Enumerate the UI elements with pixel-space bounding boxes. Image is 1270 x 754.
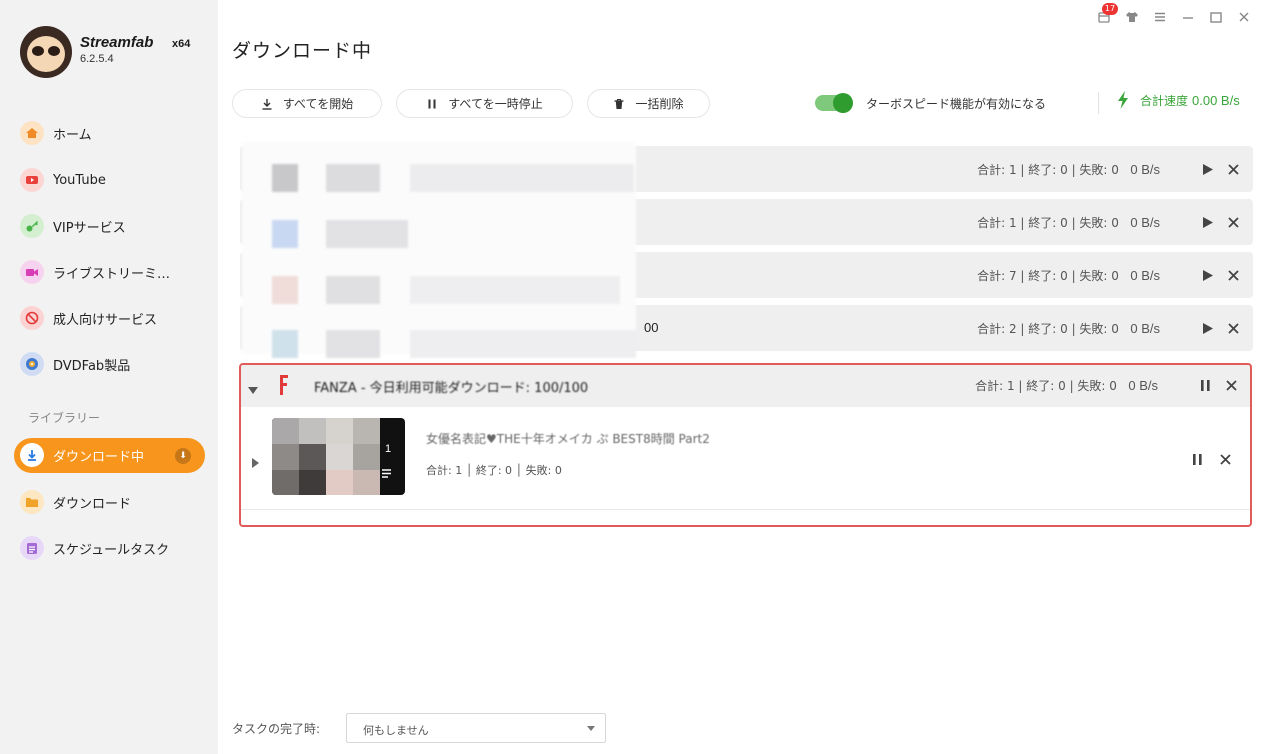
sidebar-item-adult[interactable]: 成人向けサービス (20, 301, 210, 335)
turbo-label: ターボスピード機能が有効になる (866, 97, 1047, 111)
group-title-fragment: 00 (644, 320, 659, 335)
sidebar-item-label: 成人向けサービス (53, 312, 158, 328)
app-logo: Streamfab x64 6.2.5.4 (20, 26, 240, 86)
play-icon[interactable] (1199, 320, 1215, 336)
close-icon[interactable] (1225, 161, 1241, 177)
bell-icon[interactable]: 17 (1096, 3, 1118, 26)
info-icon: ⬇ (175, 448, 191, 464)
total-speed-label: 合計速度 (1140, 93, 1189, 108)
divider (1098, 92, 1099, 114)
app-name: Streamfab (80, 34, 154, 51)
close-icon[interactable] (1225, 267, 1241, 283)
completion-action-select[interactable]: 何もしません (346, 713, 606, 743)
close-icon[interactable] (1236, 8, 1252, 26)
app-version: 6.2.5.4 (80, 53, 114, 65)
sidebar-item-home[interactable]: ホーム (20, 116, 210, 150)
sidebar-item-dvdfab[interactable]: DVDFab製品 (20, 347, 210, 381)
sidebar: Streamfab x64 6.2.5.4 ホーム YouTube VIPサービ… (0, 0, 218, 754)
group-stats: 合計: 2 | 終了: 0 | 失敗: 0 0 B/s (977, 321, 1160, 336)
sidebar-item-vip[interactable]: VIPサービス (20, 209, 210, 243)
total-speed-value: 0.00 B/s (1192, 92, 1240, 108)
turbo-toggle[interactable] (815, 93, 853, 113)
lightning-icon (1118, 91, 1128, 109)
library-heading: ライブラリー (28, 411, 101, 425)
app-arch: x64 (172, 38, 191, 50)
home-icon (20, 121, 44, 145)
group-stats: 合計: 7 | 終了: 0 | 失敗: 0 0 B/s (977, 268, 1160, 283)
schedule-icon (20, 536, 44, 560)
sidebar-item-schedule[interactable]: スケジュールタスク (20, 531, 210, 565)
pause-icon (428, 99, 436, 108)
sloth-logo-icon (20, 26, 72, 78)
delete-all-button[interactable]: 一括削除 (587, 89, 710, 118)
main-panel: 17 ダウンロード中 すべてを開始 すべてを一時停止 一括削除 ターボスピード機… (218, 0, 1270, 754)
download-icon (20, 443, 44, 467)
menu-icon[interactable] (1152, 8, 1168, 26)
start-all-button[interactable]: すべてを開始 (232, 89, 382, 118)
play-icon[interactable] (1199, 214, 1215, 230)
group-stats: 合計: 1 | 終了: 0 | 失敗: 0 0 B/s (977, 215, 1160, 230)
sidebar-item-label: ライブストリーミ… (53, 266, 171, 282)
completion-label: タスクの完了時: (232, 722, 321, 736)
key-icon (20, 214, 44, 238)
folder-icon (20, 490, 44, 514)
trash-icon (614, 98, 624, 109)
sidebar-item-label: YouTube (53, 172, 106, 188)
start-all-label: すべてを開始 (282, 97, 354, 111)
close-icon[interactable] (1225, 320, 1241, 336)
sidebar-item-label: ホーム (53, 127, 92, 143)
group-stats: 合計: 1 | 終了: 0 | 失敗: 0 0 B/s (977, 162, 1160, 177)
completion-action-value: 何もしません (363, 724, 429, 737)
shirt-icon[interactable] (1124, 8, 1140, 26)
video-icon (20, 260, 44, 284)
sidebar-item-youtube[interactable]: YouTube (20, 163, 210, 197)
sidebar-item-label: DVDFab製品 (53, 358, 131, 374)
pause-all-label: すべてを一時停止 (448, 97, 543, 111)
sidebar-item-label: VIPサービス (53, 220, 126, 236)
delete-all-label: 一括削除 (635, 97, 684, 111)
maximize-icon[interactable] (1208, 8, 1224, 26)
pause-all-button[interactable]: すべてを一時停止 (396, 89, 573, 118)
sidebar-item-label: ダウンロード (53, 496, 132, 512)
highlight-box (239, 363, 1252, 527)
toggle-knob (833, 93, 853, 113)
page-title: ダウンロード中 (232, 40, 373, 62)
window-controls: 17 (1096, 3, 1252, 26)
play-icon[interactable] (1199, 161, 1215, 177)
play-icon[interactable] (1199, 267, 1215, 283)
download-icon (262, 98, 272, 110)
sidebar-item-downloading[interactable]: ダウンロード中 ⬇ (14, 438, 205, 473)
sidebar-item-downloaded[interactable]: ダウンロード (20, 485, 210, 519)
dvdfab-icon (20, 352, 44, 376)
sidebar-item-label: スケジュールタスク (53, 542, 170, 558)
chevron-down-icon (587, 726, 595, 731)
mosaic-overlay (242, 142, 636, 358)
youtube-icon (20, 168, 44, 192)
no-adult-icon (20, 306, 44, 330)
total-speed: 合計速度 0.00 B/s (1116, 91, 1240, 109)
notification-count: 17 (1102, 3, 1118, 15)
minimize-icon[interactable] (1180, 8, 1196, 26)
sidebar-item-livestream[interactable]: ライブストリーミ… (20, 255, 210, 289)
close-icon[interactable] (1225, 214, 1241, 230)
